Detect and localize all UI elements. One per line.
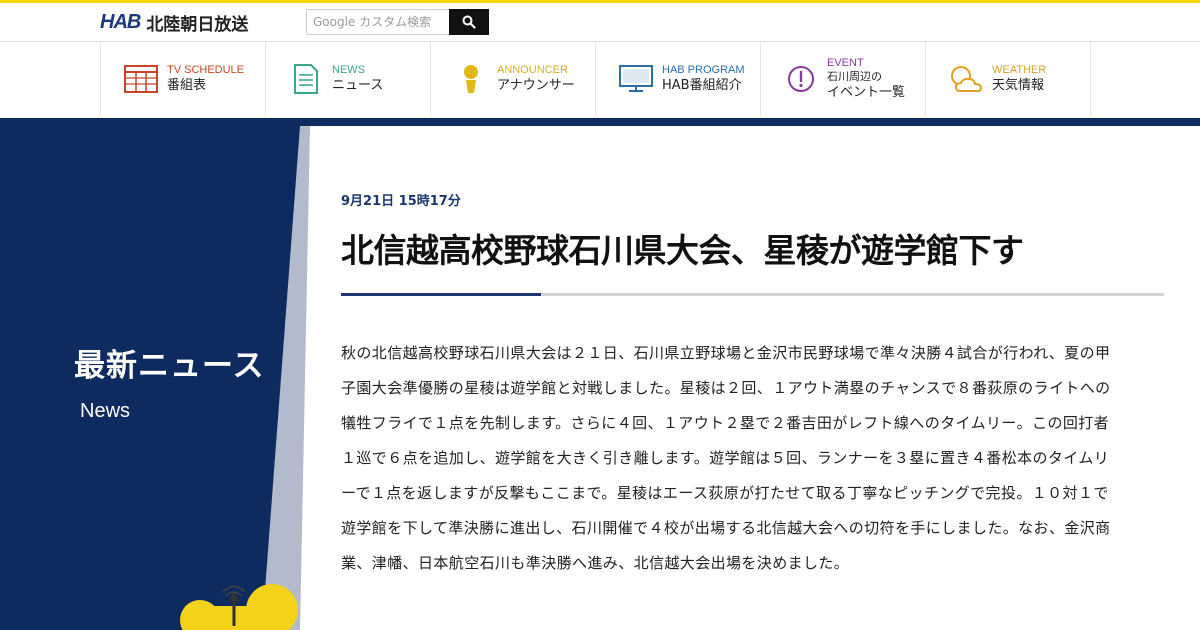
nav-item-announcer[interactable]: ANNOUNCER アナウンサー xyxy=(431,42,596,116)
nav-item-tv-schedule[interactable]: TV SCHEDULE 番組表 xyxy=(101,42,266,116)
nav-label-en: NEWS xyxy=(332,64,365,76)
search-input[interactable] xyxy=(306,9,449,35)
nav-label-en: ANNOUNCER xyxy=(497,64,568,76)
section-divider-bar xyxy=(0,118,1200,126)
site-logo[interactable]: HAB 北陸朝日放送 xyxy=(100,10,249,35)
title-underline-accent xyxy=(341,293,541,296)
nav-item-weather[interactable]: WEATHER 天気情報 xyxy=(926,42,1091,116)
title-underline xyxy=(341,293,1164,296)
nav-item-hab-program[interactable]: HAB PROGRAM HAB番組紹介 xyxy=(596,42,761,116)
logo-text: 北陸朝日放送 xyxy=(146,14,249,35)
tv-schedule-icon xyxy=(123,61,159,97)
nav-label-en: TV SCHEDULE xyxy=(167,64,245,76)
nav-label-jp: 天気情報 xyxy=(992,78,1045,93)
search-icon xyxy=(462,15,476,29)
nav-label-jp: アナウンサー xyxy=(497,78,575,93)
announcer-person-icon xyxy=(453,61,489,97)
search-form xyxy=(306,9,489,35)
article-title: 北信越高校野球石川県大会、星稜が遊学館下す xyxy=(341,231,1024,270)
article: 9月21日 15時17分 北信越高校野球石川県大会、星稜が遊学館下す 秋の北信越… xyxy=(341,190,1166,581)
nav-label-en: EVENT xyxy=(827,57,864,69)
exclamation-circle-icon xyxy=(783,61,819,97)
nav-label-jp: 番組表 xyxy=(167,78,207,93)
nav-label-en: HAB PROGRAM xyxy=(662,64,745,76)
monitor-icon xyxy=(618,61,654,97)
news-document-icon xyxy=(288,61,324,97)
sun-cloud-icon xyxy=(948,61,984,97)
nav-label-en: WEATHER xyxy=(992,64,1047,76)
nav-item-event[interactable]: EVENT 石川周辺の イベント一覧 xyxy=(761,42,926,116)
nav-item-news[interactable]: NEWS ニュース xyxy=(266,42,431,116)
nav-label-jp: ニュース xyxy=(332,78,384,93)
nav-label-jp-line2: イベント一覧 xyxy=(827,85,906,100)
nav-label-jp: HAB番組紹介 xyxy=(662,78,742,93)
search-button[interactable] xyxy=(449,9,489,35)
nav-label-jp-line1: 石川周辺の xyxy=(827,70,882,83)
sidebar-title: 最新ニュース xyxy=(74,348,265,384)
sidebar-subtitle: News xyxy=(80,400,131,422)
logo-mark: HAB xyxy=(100,10,141,33)
article-date: 9月21日 15時17分 xyxy=(341,194,461,209)
site-header: HAB 北陸朝日放送 xyxy=(0,3,1200,42)
main-navigation: TV SCHEDULE 番組表 NEWS ニュース ANNOUNCER アナウン… xyxy=(0,42,1200,118)
article-body: 秋の北信越高校野球石川県大会は２１日、石川県立野球場と金沢市民野球場で準々決勝４… xyxy=(341,344,1111,572)
